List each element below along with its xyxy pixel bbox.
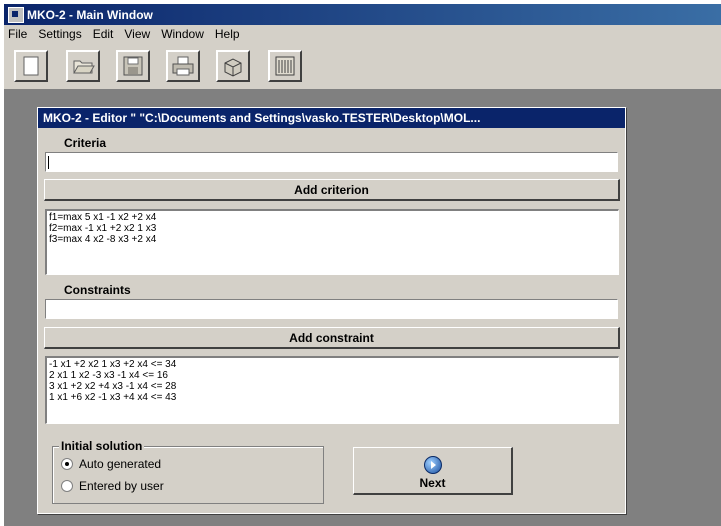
list-item[interactable]: 1 x1 +6 x2 -1 x3 +4 x4 <= 43: [49, 392, 616, 403]
list-item[interactable]: 3 x1 +2 x2 +4 x3 -1 x4 <= 28: [49, 381, 616, 392]
calculator-button[interactable]: [268, 50, 302, 82]
print-button[interactable]: [166, 50, 200, 82]
initial-solution-legend: Initial solution: [59, 439, 145, 453]
editor-titlebar[interactable]: MKO-2 - Editor " "C:\Documents and Setti…: [38, 108, 625, 128]
criteria-list[interactable]: f1=max 5 x1 -1 x2 +2 x4 f2=max -1 x1 +2 …: [45, 209, 619, 275]
criteria-input[interactable]: [45, 152, 618, 172]
constraints-label: Constraints: [64, 283, 131, 297]
list-item[interactable]: f2=max -1 x1 +2 x2 1 x3: [49, 223, 616, 234]
list-item[interactable]: 2 x1 1 x2 -3 x3 -1 x4 <= 16: [49, 370, 616, 381]
criteria-label: Criteria: [64, 136, 107, 150]
new-file-button[interactable]: [14, 50, 48, 82]
add-constraint-button[interactable]: Add constraint: [44, 327, 620, 349]
save-disk-icon: [123, 56, 143, 76]
window-title: MKO-2 - Main Window: [27, 7, 153, 22]
print-icon: [172, 56, 194, 76]
radio-label: Auto generated: [79, 457, 162, 471]
menu-file[interactable]: File: [4, 27, 34, 41]
app-icon: [8, 6, 24, 23]
next-button[interactable]: Next: [353, 447, 513, 495]
initial-solution-group: Initial solution Auto generated Entered …: [52, 439, 324, 504]
constraints-input[interactable]: [45, 299, 618, 319]
editor-window: MKO-2 - Editor " "C:\Documents and Setti…: [37, 107, 626, 514]
save-button[interactable]: [116, 50, 150, 82]
open-folder-button[interactable]: [66, 50, 100, 82]
open-folder-icon: [73, 60, 95, 74]
menu-help[interactable]: Help: [211, 27, 247, 41]
package-icon: [224, 58, 242, 77]
constraints-list[interactable]: -1 x1 +2 x2 1 x3 +2 x4 <= 34 2 x1 1 x2 -…: [45, 356, 619, 424]
list-item[interactable]: -1 x1 +2 x2 1 x3 +2 x4 <= 34: [49, 359, 616, 370]
next-label: Next: [419, 476, 446, 490]
menu-view[interactable]: View: [120, 27, 157, 41]
add-criterion-button[interactable]: Add criterion: [44, 179, 620, 201]
radio-auto-generated[interactable]: Auto generated: [61, 457, 161, 471]
calculator-icon: [275, 56, 295, 76]
toolbar: [4, 43, 721, 90]
radio-unchecked-icon: [61, 480, 73, 492]
list-item[interactable]: f3=max 4 x2 -8 x3 +2 x4: [49, 234, 616, 245]
menu-window[interactable]: Window: [157, 27, 211, 41]
radio-label: Entered by user: [79, 479, 164, 493]
radio-entered-by-user[interactable]: Entered by user: [61, 479, 164, 493]
package-button[interactable]: [216, 50, 250, 82]
text-caret: [48, 156, 49, 169]
menu-edit[interactable]: Edit: [89, 27, 121, 41]
menu-settings[interactable]: Settings: [34, 27, 88, 41]
list-item[interactable]: f1=max 5 x1 -1 x2 +2 x4: [49, 212, 616, 223]
menu-bar: File Settings Edit View Window Help: [4, 25, 721, 43]
main-window-titlebar[interactable]: MKO-2 - Main Window: [4, 4, 721, 25]
play-arrow-icon: [423, 456, 442, 474]
new-file-icon: [23, 56, 39, 76]
radio-checked-icon: [61, 458, 73, 470]
